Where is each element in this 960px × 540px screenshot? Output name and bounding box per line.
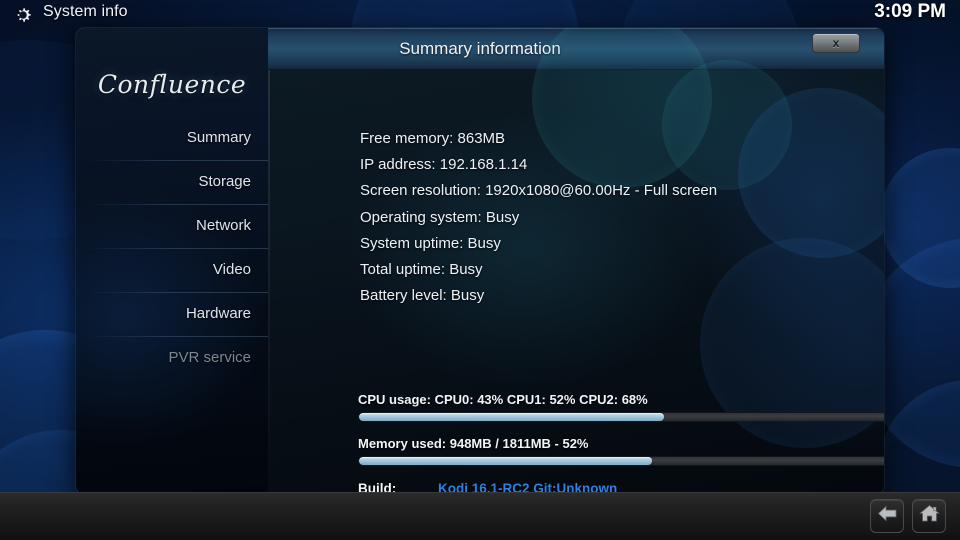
close-button[interactable]: x (812, 33, 860, 53)
close-icon: x (832, 36, 840, 50)
sidebar-item-label: Summary (186, 129, 251, 146)
summary-information-dialog: Summary information x Confluence Summary… (76, 28, 884, 494)
sidebar-item-storage[interactable]: Storage (76, 160, 268, 204)
info-line-battery-level: Battery level: Busy (360, 287, 485, 305)
back-button[interactable] (870, 499, 904, 533)
kodi-system-info-screen: System info 3:09 PM Summary information … (0, 0, 960, 540)
sidebar-item-video[interactable]: Video (76, 248, 268, 292)
sidebar: Confluence Summary Storage Network Video… (76, 28, 268, 494)
sidebar-item-network[interactable]: Network (76, 204, 268, 248)
cpu-usage-progress-fill (359, 413, 664, 421)
confluence-skin-logo: Confluence (97, 70, 247, 99)
sidebar-item-hardware[interactable]: Hardware (76, 292, 268, 336)
info-line-system-uptime: System uptime: Busy (360, 234, 501, 252)
home-icon (918, 504, 940, 528)
background-bokeh-circle (880, 148, 960, 288)
system-info-list: Free memory: 863MB IP address: 192.168.1… (360, 126, 717, 309)
top-status-bar: System info 3:09 PM (0, 0, 960, 28)
sidebar-item-label: PVR service (168, 349, 251, 366)
sidebar-item-label: Video (212, 261, 251, 278)
gear-icon (12, 4, 34, 26)
info-line-screen-resolution: Screen resolution: 1920x1080@60.00Hz - F… (360, 182, 718, 200)
sidebar-item-label: Storage (198, 173, 251, 190)
sidebar-menu: Summary Storage Network Video Hardware P… (76, 116, 268, 380)
clock: 3:09 PM (874, 1, 946, 22)
content-bokeh-circle (738, 88, 884, 258)
content-panel: Free memory: 863MB IP address: 192.168.1… (270, 28, 884, 494)
sidebar-item-pvr-service[interactable]: PVR service (76, 336, 268, 380)
info-line-total-uptime: Total uptime: Busy (360, 261, 483, 279)
memory-used-label: Memory used: 948MB / 1811MB - 52% (358, 436, 589, 451)
memory-used-progressbar (358, 456, 884, 466)
cpu-usage-label: CPU usage: CPU0: 43% CPU1: 52% CPU2: 68% (358, 392, 648, 407)
sidebar-item-label: Hardware (185, 305, 251, 322)
info-line-free-memory: Free memory: 863MB (360, 130, 506, 147)
sidebar-item-summary[interactable]: Summary (76, 116, 268, 160)
info-line-operating-system: Operating system: Busy (360, 208, 520, 226)
info-line-ip-address: IP address: 192.168.1.14 (360, 156, 528, 174)
home-button[interactable] (912, 499, 946, 533)
bottom-bar (0, 492, 960, 540)
usage-meters: CPU usage: CPU0: 43% CPU1: 52% CPU2: 68%… (358, 392, 884, 466)
memory-used-progress-fill (359, 457, 653, 465)
back-arrow-icon (877, 505, 898, 527)
cpu-usage-progressbar (358, 412, 884, 422)
page-title: System info (43, 3, 128, 20)
sidebar-item-label: Network (195, 217, 251, 234)
